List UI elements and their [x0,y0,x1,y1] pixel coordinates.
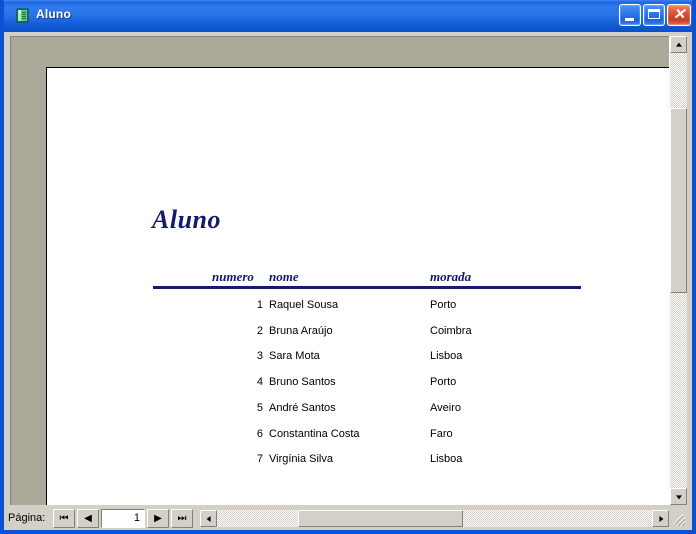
cell-morada: Porto [430,299,457,311]
cell-numero: 1 [256,299,263,311]
application-window: Aluno ✕ Aluno numero nome morada 1 Raque… [0,0,696,534]
first-page-icon: ⏮ [59,513,69,524]
cell-nome: Sara Mota [269,350,320,363]
cell-nome: Bruno Santos [269,376,336,389]
cell-nome: Virgínia Silva [269,453,333,466]
cell-nome: Constantina Costa [269,427,360,440]
cell-morada: Coimbra [430,324,472,337]
horizontal-scrollbar-thumb[interactable] [298,510,463,527]
table-row: 5 André Santos Aveiro [47,402,669,420]
cell-numero: 7 [256,453,263,466]
page-number-value: 1 [133,512,140,524]
cell-nome: André Santos [269,401,336,414]
report-icon [15,8,30,23]
cell-morada: Lisboa [430,350,463,363]
cell-nome: Raquel Sousa [269,299,339,311]
cell-numero: 2 [256,324,263,337]
report-rows: 1 Raquel Sousa Porto 2 Bruna Araújo Coimbra 3 S… [47,68,669,505]
close-icon: ✕ [672,6,686,23]
previous-page-button[interactable]: ◀ [77,509,99,528]
first-page-button[interactable]: ⏮ [53,509,75,528]
scroll-right-button[interactable] [652,510,669,527]
cell-nome: Bruna Araújo [269,324,333,337]
cell-numero: 6 [256,427,263,440]
scrollbar-corner [669,510,686,527]
page-label: Página: [8,512,46,524]
table-row: 3 Sara Mota Lisboa [47,350,669,368]
last-page-button[interactable]: ⏭ [171,509,193,528]
scroll-up-button[interactable] [670,36,687,53]
vertical-scrollbar-thumb[interactable] [670,108,687,293]
print-preview-workspace[interactable]: Aluno numero nome morada 1 Raquel Sousa Po… [10,36,669,505]
next-page-button[interactable]: ▶ [147,509,169,528]
status-strip [4,528,692,530]
cell-numero: 3 [256,350,263,363]
maximize-icon [648,9,660,19]
table-row: 6 Constantina Costa Faro [47,428,669,446]
page-navigation-bar: Página: ⏮ ◀ 1 ▶ ⏭ [6,509,196,528]
table-row: 7 Virgínia Silva Lisboa [47,453,669,471]
client-area: Aluno numero nome morada 1 Raquel Sousa Po… [4,32,692,530]
table-row: 1 Raquel Sousa Porto [47,299,669,317]
close-button[interactable]: ✕ [667,4,691,26]
cell-morada: Porto [430,376,457,389]
table-row: 4 Bruno Santos Porto [47,376,669,394]
last-page-icon: ⏭ [177,513,187,524]
minimize-icon [625,18,634,21]
maximize-button[interactable] [643,4,665,26]
scroll-left-button[interactable] [200,510,217,527]
report-page: Aluno numero nome morada 1 Raquel Sousa Po… [46,67,669,505]
cell-numero: 5 [256,401,263,414]
table-row: 2 Bruna Araújo Coimbra [47,325,669,343]
cell-morada: Faro [430,427,453,440]
horizontal-scrollbar[interactable] [200,510,669,527]
cell-numero: 4 [256,376,263,389]
window-controls: ✕ [619,4,691,26]
window-title: Aluno [36,7,71,21]
scroll-down-button[interactable] [670,488,687,505]
cell-morada: Aveiro [430,401,461,414]
cell-morada: Lisboa [430,453,463,466]
vertical-scrollbar[interactable] [669,36,687,505]
next-page-icon: ▶ [154,513,162,524]
previous-page-icon: ◀ [84,513,92,524]
minimize-button[interactable] [619,4,641,26]
title-bar[interactable]: Aluno ✕ [0,0,696,32]
page-number-input[interactable]: 1 [101,509,145,528]
